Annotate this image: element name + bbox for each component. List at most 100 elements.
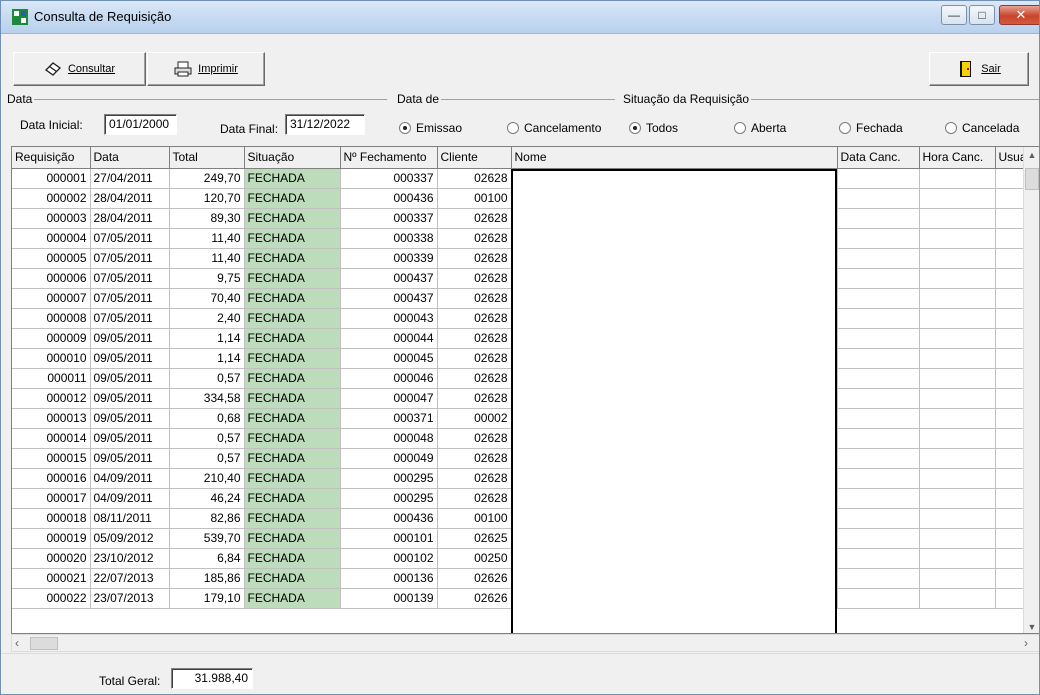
scroll-right-icon[interactable]: › [1024, 636, 1028, 650]
table-cell: FECHADA [244, 508, 341, 529]
data-final-input[interactable]: 31/12/2022 [285, 114, 365, 135]
table-cell-empty [511, 588, 838, 609]
table-cell: 70,40 [169, 288, 245, 309]
table-row[interactable]: 000005 07/05/2011 11,40 FECHADA 000339 02628 [12, 248, 1036, 269]
table-row[interactable]: 000016 04/09/2011 210,40 FECHADA 000295 02628 [12, 468, 1036, 489]
radio-aberta[interactable]: Aberta [734, 121, 786, 135]
consultar-button[interactable]: Consultar [13, 52, 146, 86]
table-row[interactable]: 000011 09/05/2011 0,57 FECHADA 000046 02628 [12, 368, 1036, 389]
table-cell: FECHADA [244, 328, 341, 349]
table-cell: 000011 [12, 368, 91, 389]
minimize-button[interactable]: — [941, 5, 967, 25]
table-cell-empty [837, 508, 920, 529]
table-cell: 0,57 [169, 448, 245, 469]
radio-todos[interactable]: Todos [629, 121, 678, 135]
table-row[interactable]: 000013 09/05/2011 0,68 FECHADA 000371 00002 [12, 408, 1036, 429]
radio-emissao[interactable]: Emissao [399, 121, 462, 135]
table-row[interactable]: 000018 08/11/2011 82,86 FECHADA 000436 00100 [12, 508, 1036, 529]
table-cell: 000436 [340, 188, 438, 209]
table-cell-empty [919, 548, 996, 569]
column-header[interactable]: Total [169, 147, 245, 169]
table-cell: FECHADA [244, 168, 341, 189]
scroll-left-icon[interactable]: ‹ [15, 636, 19, 650]
table-row[interactable]: 000007 07/05/2011 70,40 FECHADA 000437 02628 [12, 288, 1036, 309]
column-header[interactable]: Situação [244, 147, 341, 169]
table-cell-empty [837, 268, 920, 289]
table-cell-empty [511, 528, 838, 549]
table-row[interactable]: 000004 07/05/2011 11,40 FECHADA 000338 02628 [12, 228, 1036, 249]
table-cell: 02628 [437, 168, 512, 189]
table-cell: 02628 [437, 368, 512, 389]
table-cell: 02628 [437, 248, 512, 269]
table-cell: 28/04/2011 [90, 188, 170, 209]
table-cell: 000002 [12, 188, 91, 209]
table-cell-empty [837, 288, 920, 309]
radio-cancelamento-label: Cancelamento [524, 121, 602, 135]
table-cell: FECHADA [244, 568, 341, 589]
column-header[interactable]: Cliente [437, 147, 512, 169]
scroll-up-icon[interactable]: ▲ [1024, 150, 1039, 160]
scroll-down-icon[interactable]: ▼ [1024, 622, 1039, 632]
table-row[interactable]: 000009 09/05/2011 1,14 FECHADA 000044 02628 [12, 328, 1036, 349]
requisicao-table: Requisição Data Total Situação Nº Fecham… [12, 147, 1036, 609]
table-cell-empty [919, 368, 996, 389]
table-row[interactable]: 000017 04/09/2011 46,24 FECHADA 000295 02628 [12, 488, 1036, 509]
horizontal-scrollbar[interactable]: ‹ › [11, 634, 1039, 652]
radio-fechada[interactable]: Fechada [839, 121, 903, 135]
table-cell: FECHADA [244, 188, 341, 209]
table-row[interactable]: 000019 05/09/2012 539,70 FECHADA 000101 02625 [12, 528, 1036, 549]
table-cell: 0,57 [169, 428, 245, 449]
table-cell-empty [919, 468, 996, 489]
horizontal-scroll-thumb[interactable] [30, 637, 58, 650]
vertical-scroll-thumb[interactable] [1025, 168, 1039, 190]
requisicao-grid[interactable]: Requisição Data Total Situação Nº Fecham… [11, 146, 1039, 634]
radio-cancelada[interactable]: Cancelada [945, 121, 1019, 135]
table-row[interactable]: 000010 09/05/2011 1,14 FECHADA 000045 02628 [12, 348, 1036, 369]
app-window: Consulta de Requisição — □ ✕ Consultar I… [0, 0, 1040, 695]
column-header[interactable]: Nome [511, 147, 838, 169]
table-cell-empty [511, 288, 838, 309]
table-cell-empty [511, 308, 838, 329]
table-cell: FECHADA [244, 248, 341, 269]
table-cell: 02628 [437, 208, 512, 229]
table-row[interactable]: 000003 28/04/2011 89,30 FECHADA 000337 02628 [12, 208, 1036, 229]
table-cell: 00002 [437, 408, 512, 429]
table-cell: 09/05/2011 [90, 368, 170, 389]
table-cell: 28/04/2011 [90, 208, 170, 229]
table-cell: 000001 [12, 168, 91, 189]
column-header[interactable]: Hora Canc. [919, 147, 996, 169]
table-row[interactable]: 000022 23/07/2013 179,10 FECHADA 000139 02626 [12, 588, 1036, 609]
table-row[interactable]: 000008 07/05/2011 2,40 FECHADA 000043 02628 [12, 308, 1036, 329]
sair-button[interactable]: Sair [929, 52, 1029, 86]
table-cell: 000337 [340, 208, 438, 229]
column-header[interactable]: Data [90, 147, 170, 169]
table-row[interactable]: 000015 09/05/2011 0,57 FECHADA 000049 02628 [12, 448, 1036, 469]
table-row[interactable]: 000014 09/05/2011 0,57 FECHADA 000048 02628 [12, 428, 1036, 449]
table-cell-empty [837, 228, 920, 249]
table-row[interactable]: 000001 27/04/2011 249,70 FECHADA 000337 02628 [12, 168, 1036, 189]
table-cell: 000006 [12, 268, 91, 289]
column-header[interactable]: Requisição [12, 147, 91, 169]
table-row[interactable]: 000020 23/10/2012 6,84 FECHADA 000102 00250 [12, 548, 1036, 569]
close-button[interactable]: ✕ [999, 5, 1039, 25]
column-header[interactable]: Nº Fechamento [340, 147, 438, 169]
table-row[interactable]: 000002 28/04/2011 120,70 FECHADA 000436 00100 [12, 188, 1036, 209]
title-bar[interactable]: Consulta de Requisição — □ ✕ [1, 1, 1039, 34]
imprimir-button[interactable]: Imprimir [147, 52, 265, 86]
table-row[interactable]: 000021 22/07/2013 185,86 FECHADA 000136 02626 [12, 568, 1036, 589]
radio-dot-cancelada [945, 122, 957, 134]
data-inicial-input[interactable]: 01/01/2000 [104, 114, 177, 135]
data-inicial-label: Data Inicial: [20, 118, 83, 132]
table-cell: 02628 [437, 428, 512, 449]
data-de-group-label: Data de [395, 92, 442, 106]
radio-cancelamento[interactable]: Cancelamento [507, 121, 601, 135]
table-cell-empty [919, 188, 996, 209]
table-row[interactable]: 000006 07/05/2011 9,75 FECHADA 000437 02628 [12, 268, 1036, 289]
vertical-scrollbar[interactable]: ▲ ▼ [1023, 147, 1039, 633]
table-cell: 000102 [340, 548, 438, 569]
column-header[interactable]: Data Canc. [837, 147, 920, 169]
maximize-button[interactable]: □ [969, 5, 995, 25]
close-icon: ✕ [1015, 7, 1027, 22]
table-cell-empty [919, 508, 996, 529]
table-row[interactable]: 000012 09/05/2011 334,58 FECHADA 000047 02628 [12, 388, 1036, 409]
